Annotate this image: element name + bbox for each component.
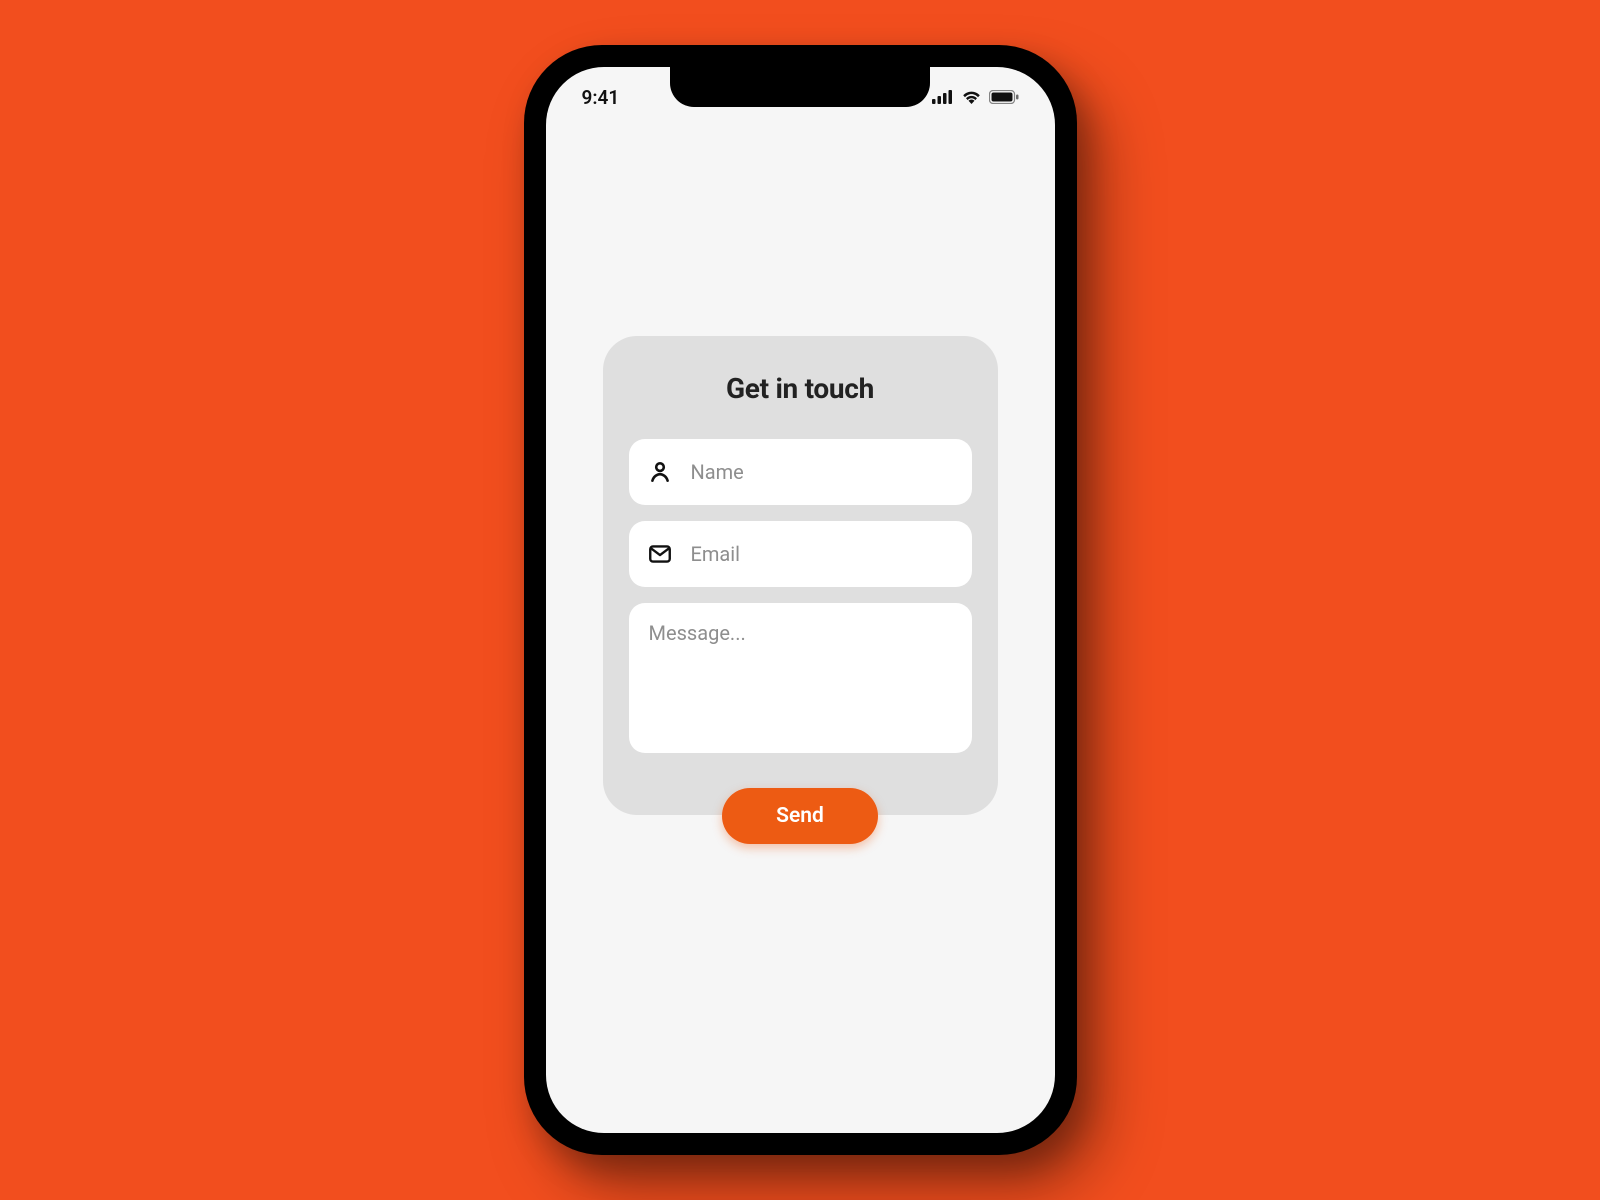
name-field[interactable] — [629, 439, 972, 505]
phone-notch — [670, 67, 930, 107]
email-field[interactable] — [629, 521, 972, 587]
send-button[interactable]: Send — [722, 788, 878, 844]
battery-icon — [989, 90, 1019, 104]
message-input[interactable] — [649, 621, 952, 735]
status-time: 9:41 — [582, 86, 620, 109]
cellular-icon — [932, 90, 954, 104]
name-input[interactable] — [691, 460, 954, 484]
user-icon — [647, 459, 673, 485]
status-icons — [932, 90, 1019, 105]
email-input[interactable] — [691, 542, 954, 566]
card-title: Get in touch — [726, 372, 874, 405]
wifi-icon — [961, 90, 982, 105]
content-area: Get in touch — [546, 67, 1055, 1133]
phone-screen: 9:41 — [546, 67, 1055, 1133]
mail-icon — [647, 541, 673, 567]
phone-frame: 9:41 — [524, 45, 1077, 1155]
contact-card: Get in touch — [603, 336, 998, 815]
message-field[interactable] — [629, 603, 972, 753]
